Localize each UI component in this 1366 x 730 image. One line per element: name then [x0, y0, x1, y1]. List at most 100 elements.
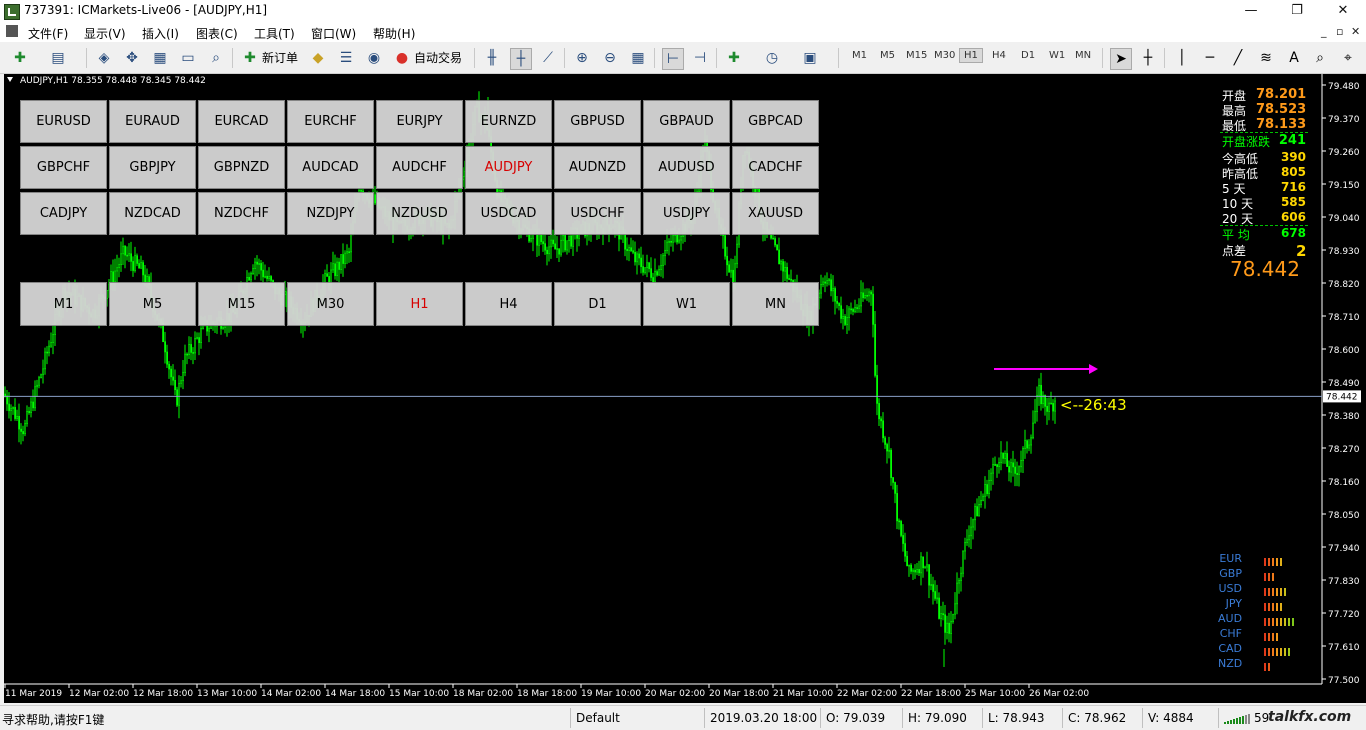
- candlestick-icon[interactable]: ┼: [510, 48, 532, 70]
- candle-body: [1054, 400, 1057, 412]
- menu-help[interactable]: 帮助(H): [373, 25, 415, 42]
- menu-window[interactable]: 窗口(W): [311, 25, 356, 42]
- signals-icon[interactable]: ☰: [336, 48, 356, 68]
- new-order-icon[interactable]: ✚: [240, 48, 260, 68]
- vertical-line-icon[interactable]: │: [1172, 48, 1192, 68]
- tf-m15[interactable]: M15: [906, 50, 927, 61]
- chart-tf-button-h1[interactable]: H1: [376, 282, 463, 326]
- data-window-icon[interactable]: ▦: [150, 48, 170, 68]
- chart-tf-button-mn[interactable]: MN: [732, 282, 819, 326]
- candle-body: [914, 569, 917, 573]
- tf-m1[interactable]: M1: [852, 50, 867, 61]
- symbol-button-cadchf[interactable]: CADCHF: [732, 146, 819, 189]
- menu-tools[interactable]: 工具(T): [254, 25, 295, 42]
- mdi-minimize-button[interactable]: _: [1321, 25, 1327, 38]
- symbol-button-gbpusd[interactable]: GBPUSD: [554, 100, 641, 143]
- trendline-icon[interactable]: ╱: [1228, 48, 1248, 68]
- horizontal-line-icon[interactable]: ─: [1200, 48, 1220, 68]
- symbol-button-cadjpy[interactable]: CADJPY: [20, 192, 107, 235]
- chart-tf-button-m1[interactable]: M1: [20, 282, 107, 326]
- mdi-close-button[interactable]: ✕: [1351, 25, 1360, 38]
- chart-tf-button-m5[interactable]: M5: [109, 282, 196, 326]
- symbol-button-xauusd[interactable]: XAUUSD: [732, 192, 819, 235]
- symbol-button-audjpy[interactable]: AUDJPY: [465, 146, 552, 189]
- navigator-icon[interactable]: ✥: [122, 48, 142, 68]
- symbol-button-nzdusd[interactable]: NZDUSD: [376, 192, 463, 235]
- time-tick-label: 22 Mar 18:00: [901, 689, 961, 699]
- symbol-button-nzdchf[interactable]: NZDCHF: [198, 192, 285, 235]
- metaeditor-icon[interactable]: ◆: [308, 48, 328, 68]
- candle-body: [176, 389, 179, 406]
- search-icon[interactable]: ⌕: [1310, 48, 1330, 68]
- symbol-button-gbpnzd[interactable]: GBPNZD: [198, 146, 285, 189]
- symbol-button-gbpchf[interactable]: GBPCHF: [20, 146, 107, 189]
- tf-w1[interactable]: W1: [1049, 50, 1065, 61]
- symbol-button-eurjpy[interactable]: EURJPY: [376, 100, 463, 143]
- chart-window[interactable]: 79.480 79.370 79.260 79.150 79.040 78.930 78.8…: [4, 74, 1366, 703]
- mdi-restore-button[interactable]: ▫: [1336, 25, 1343, 38]
- symbol-button-audusd[interactable]: AUDUSD: [643, 146, 730, 189]
- symbol-button-nzdcad[interactable]: NZDCAD: [109, 192, 196, 235]
- restore-button[interactable]: ❐: [1274, 0, 1320, 22]
- auto-trading-icon[interactable]: ●: [392, 48, 412, 68]
- tf-mn[interactable]: MN: [1075, 50, 1091, 61]
- candle-body: [948, 622, 951, 634]
- symbol-button-eurusd[interactable]: EURUSD: [20, 100, 107, 143]
- menu-charts[interactable]: 图表(C): [196, 25, 238, 42]
- new-order-button[interactable]: 新订单: [262, 49, 298, 66]
- chart-tf-button-m30[interactable]: M30: [287, 282, 374, 326]
- chart-tf-button-d1[interactable]: D1: [554, 282, 641, 326]
- text-label-icon[interactable]: A: [1284, 48, 1304, 68]
- tile-windows-icon[interactable]: ▦: [628, 48, 648, 68]
- indicators-icon[interactable]: ✚: [724, 48, 744, 68]
- symbol-button-usdcad[interactable]: USDCAD: [465, 192, 552, 235]
- new-chart-icon[interactable]: ✚: [10, 48, 30, 68]
- chart-tf-button-m15[interactable]: M15: [198, 282, 285, 326]
- tf-m30[interactable]: M30: [934, 50, 955, 61]
- menu-insert[interactable]: 插入(I): [142, 25, 179, 42]
- zoom-out-icon[interactable]: ⊖: [600, 48, 620, 68]
- symbol-button-usdchf[interactable]: USDCHF: [554, 192, 641, 235]
- arrow-label-icon[interactable]: ⌖: [1338, 48, 1358, 68]
- tf-h1[interactable]: H1: [959, 48, 983, 63]
- minimize-button[interactable]: —: [1228, 0, 1274, 22]
- menu-file[interactable]: 文件(F): [28, 25, 68, 42]
- chart-tf-button-h4[interactable]: H4: [465, 282, 552, 326]
- auto-trading-button[interactable]: 自动交易: [414, 49, 462, 66]
- fibonacci-icon[interactable]: ≋: [1256, 48, 1276, 68]
- zoom-in-icon[interactable]: ⊕: [572, 48, 592, 68]
- symbol-button-gbpaud[interactable]: GBPAUD: [643, 100, 730, 143]
- autoscroll-icon[interactable]: ⊣: [690, 48, 710, 68]
- market-watch-icon[interactable]: ◈: [94, 48, 114, 68]
- symbol-button-gbpjpy[interactable]: GBPJPY: [109, 146, 196, 189]
- chart-shift-icon[interactable]: ⊢: [662, 48, 684, 70]
- bar-chart-icon[interactable]: ╫: [482, 48, 502, 68]
- periods-icon[interactable]: ◷: [762, 48, 782, 68]
- templates-icon[interactable]: ▣: [800, 48, 820, 68]
- menu-view[interactable]: 显示(V): [84, 25, 126, 42]
- symbol-button-eurchf[interactable]: EURCHF: [287, 100, 374, 143]
- cursor-icon[interactable]: ➤: [1110, 48, 1132, 70]
- market-icon[interactable]: ◉: [364, 48, 384, 68]
- symbol-button-audnzd[interactable]: AUDNZD: [554, 146, 641, 189]
- tf-h4[interactable]: H4: [992, 50, 1006, 61]
- tester-icon[interactable]: ⌕: [206, 48, 226, 68]
- symbol-button-audchf[interactable]: AUDCHF: [376, 146, 463, 189]
- line-chart-icon[interactable]: ⟋: [538, 48, 558, 68]
- symbol-button-gbpcad[interactable]: GBPCAD: [732, 100, 819, 143]
- candle-body: [1026, 440, 1029, 449]
- symbol-button-eurnzd[interactable]: EURNZD: [465, 100, 552, 143]
- symbol-button-eurcad[interactable]: EURCAD: [198, 100, 285, 143]
- candle-body: [538, 233, 541, 246]
- tf-d1[interactable]: D1: [1021, 50, 1035, 61]
- terminal-icon[interactable]: ▭: [178, 48, 198, 68]
- tf-m5[interactable]: M5: [880, 50, 895, 61]
- crosshair-icon[interactable]: ┼: [1138, 48, 1158, 68]
- symbol-button-usdjpy[interactable]: USDJPY: [643, 192, 730, 235]
- symbol-button-nzdjpy[interactable]: NZDJPY: [287, 192, 374, 235]
- symbol-button-euraud[interactable]: EURAUD: [109, 100, 196, 143]
- close-button[interactable]: ✕: [1320, 0, 1366, 22]
- chart-tf-button-w1[interactable]: W1: [643, 282, 730, 326]
- symbol-button-audcad[interactable]: AUDCAD: [287, 146, 374, 189]
- profiles-icon[interactable]: ▤: [48, 48, 68, 68]
